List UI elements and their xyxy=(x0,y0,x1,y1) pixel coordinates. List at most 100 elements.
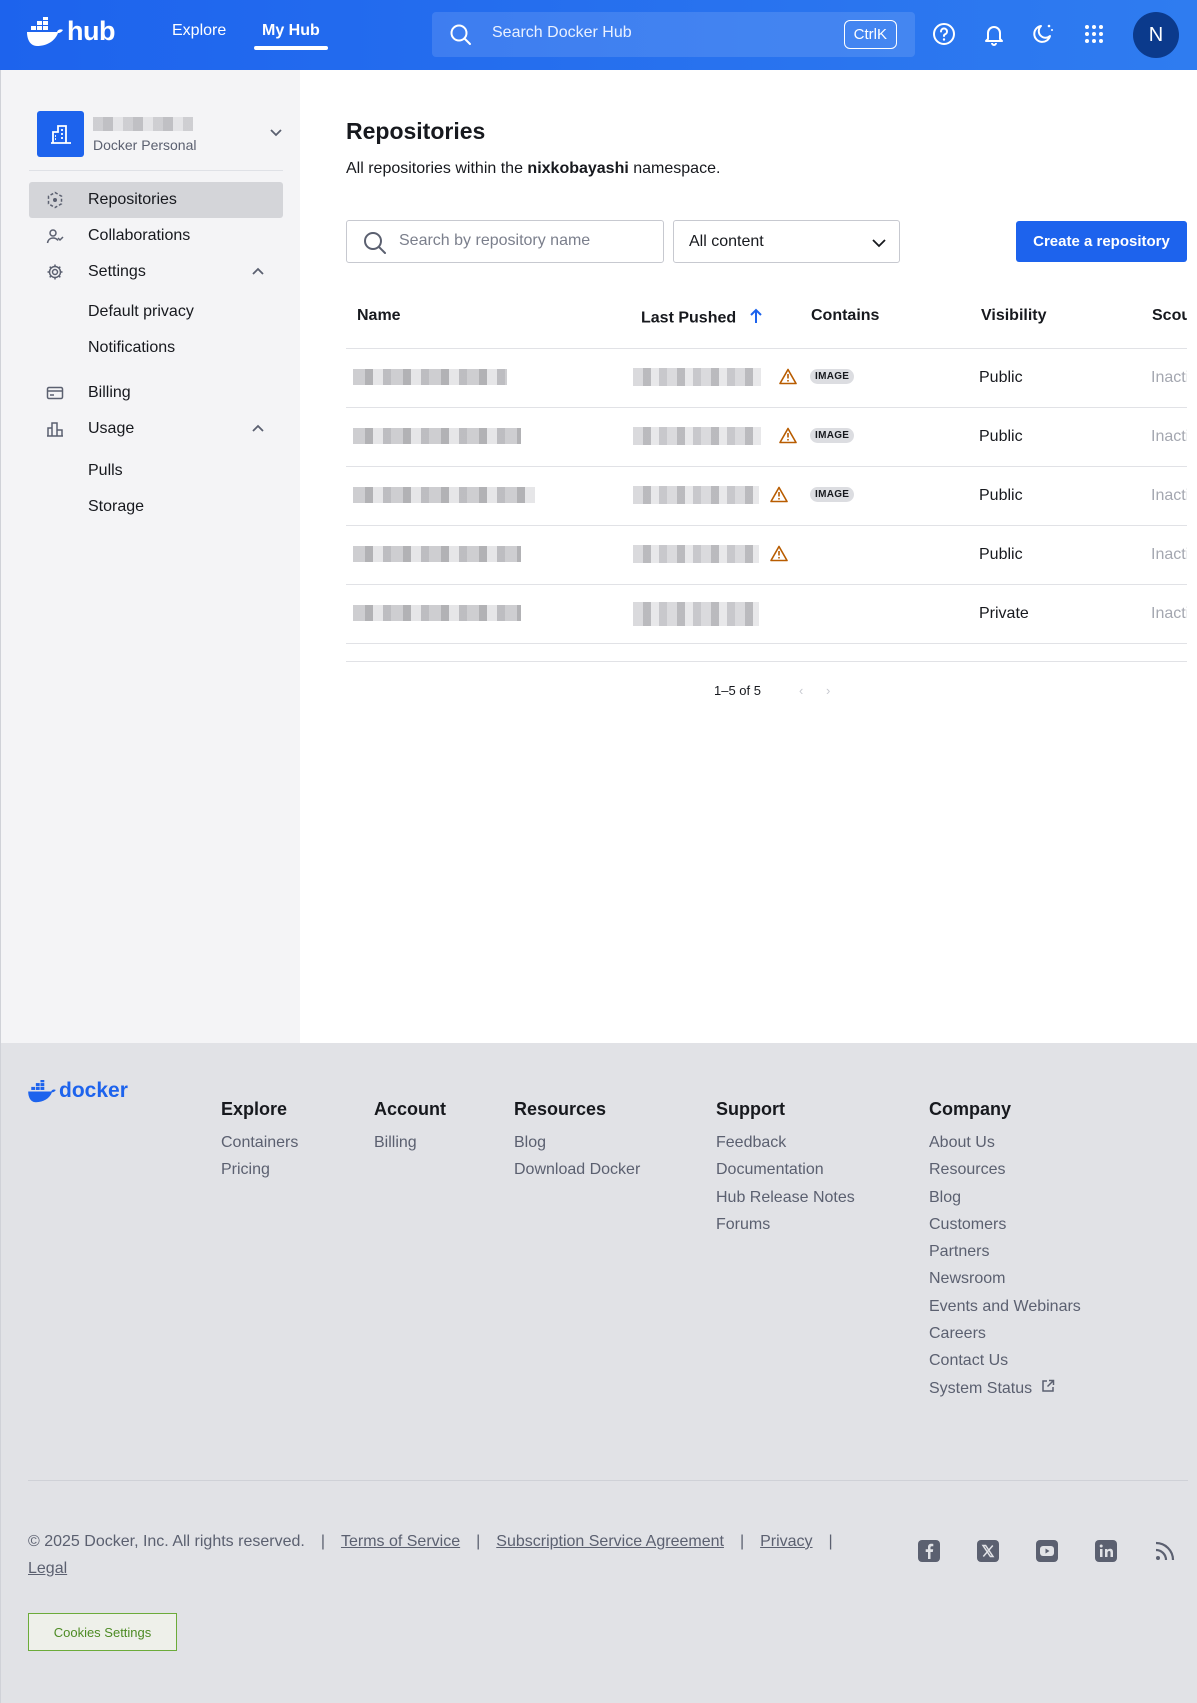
footer-link-containers[interactable]: Containers xyxy=(221,1129,298,1156)
column-header-contains: Contains xyxy=(811,307,880,324)
warning-icon[interactable] xyxy=(779,368,797,390)
footer-link-forums[interactable]: Forums xyxy=(716,1211,855,1238)
footer-link-resources[interactable]: Resources xyxy=(929,1156,1081,1183)
search-icon xyxy=(450,24,472,51)
footer-link-system-status[interactable]: System Status xyxy=(929,1375,1081,1402)
privacy-link[interactable]: Privacy xyxy=(760,1533,812,1550)
warning-icon[interactable] xyxy=(779,427,797,449)
footer-link-careers[interactable]: Careers xyxy=(929,1320,1081,1347)
sidebar-item-label: Settings xyxy=(88,263,146,280)
content-filter-select[interactable]: All content xyxy=(673,220,900,263)
search-input[interactable] xyxy=(492,24,822,42)
footer-link-customers[interactable]: Customers xyxy=(929,1211,1081,1238)
footer-link-billing[interactable]: Billing xyxy=(374,1129,446,1156)
repo-name-redacted[interactable] xyxy=(353,369,507,385)
footer-link-contact-us[interactable]: Contact Us xyxy=(929,1347,1081,1374)
chevron-up-icon xyxy=(251,422,265,441)
sidebar-item-repositories[interactable]: Repositories xyxy=(29,182,283,218)
footer-column-company: Company About Us Resources Blog Customer… xyxy=(929,1099,1081,1402)
column-header-label: Last Pushed xyxy=(641,309,737,327)
footer-link-hub-release-notes[interactable]: Hub Release Notes xyxy=(716,1184,855,1211)
chevron-down-icon xyxy=(871,235,887,256)
footer-link-download-docker[interactable]: Download Docker xyxy=(514,1156,640,1183)
footer-link-feedback[interactable]: Feedback xyxy=(716,1129,855,1156)
create-repository-button[interactable]: Create a repository xyxy=(1016,221,1187,262)
apps-grid-icon[interactable] xyxy=(1081,21,1107,47)
chevron-right-icon[interactable]: › xyxy=(826,683,830,698)
repo-name-redacted[interactable] xyxy=(353,428,521,444)
page-title: Repositories xyxy=(346,118,486,144)
external-link-icon xyxy=(1041,1375,1055,1402)
rss-icon[interactable] xyxy=(1153,1539,1177,1563)
sidebar-subitem-pulls[interactable]: Pulls xyxy=(88,462,123,480)
collaborations-icon xyxy=(46,227,64,245)
column-header-name[interactable]: Name xyxy=(357,307,401,325)
user-avatar[interactable]: N xyxy=(1133,12,1179,58)
footer-link-about-us[interactable]: About Us xyxy=(929,1129,1081,1156)
footer-link-blog[interactable]: Blog xyxy=(514,1129,640,1156)
last-pushed-redacted xyxy=(633,486,759,504)
sort-ascending-icon xyxy=(748,307,764,330)
footer-link-blog[interactable]: Blog xyxy=(929,1184,1081,1211)
footer-link-pricing[interactable]: Pricing xyxy=(221,1156,298,1183)
column-header-last-pushed[interactable]: Last Pushed xyxy=(641,307,764,330)
bell-icon[interactable] xyxy=(981,21,1007,47)
sidebar-item-collaborations[interactable]: Collaborations xyxy=(29,218,283,254)
footer-link-newsroom[interactable]: Newsroom xyxy=(929,1265,1081,1292)
sidebar-item-usage[interactable]: Usage xyxy=(29,411,283,447)
table-row[interactable]: Private Inactive xyxy=(346,585,1187,644)
whale-icon xyxy=(28,1079,56,1102)
building-icon xyxy=(50,125,71,144)
youtube-icon[interactable] xyxy=(1035,1539,1059,1563)
separator: | xyxy=(476,1533,481,1550)
footer-link-partners[interactable]: Partners xyxy=(929,1238,1081,1265)
legal-link[interactable]: Legal xyxy=(28,1560,67,1577)
scout-status: Inactive xyxy=(1151,546,1187,563)
nav-explore[interactable]: Explore xyxy=(172,22,226,40)
docker-hub-logo[interactable]: hub xyxy=(27,16,115,47)
sidebar-item-billing[interactable]: Billing xyxy=(29,375,283,411)
chevron-down-icon xyxy=(269,125,283,144)
sidebar-subitem-storage[interactable]: Storage xyxy=(88,498,144,516)
repository-search[interactable] xyxy=(346,220,664,263)
repo-name-redacted[interactable] xyxy=(353,605,521,621)
footer-column-account: Account Billing xyxy=(374,1099,446,1156)
table-row[interactable]: Public Inactive xyxy=(346,526,1187,585)
nav-my-hub[interactable]: My Hub xyxy=(262,22,320,40)
search-shortcut-hint: CtrlK xyxy=(843,20,897,49)
chevron-left-icon[interactable]: ‹ xyxy=(799,683,803,698)
separator: | xyxy=(828,1533,833,1550)
table-row[interactable]: IMAGE Public Inactive xyxy=(346,349,1187,408)
warning-icon[interactable] xyxy=(770,545,788,567)
help-icon[interactable] xyxy=(931,21,957,47)
subscription-agreement-link[interactable]: Subscription Service Agreement xyxy=(496,1533,724,1550)
contains-badge: IMAGE xyxy=(810,428,855,443)
table-footer-divider xyxy=(346,661,1187,662)
terms-of-service-link[interactable]: Terms of Service xyxy=(341,1533,460,1550)
linkedin-icon[interactable] xyxy=(1094,1539,1118,1563)
global-search[interactable]: CtrlK xyxy=(432,12,915,57)
theme-toggle-icon[interactable] xyxy=(1030,21,1056,47)
table-row[interactable]: IMAGE Public Inactive xyxy=(346,467,1187,526)
separator: | xyxy=(320,1533,325,1550)
footer-logo-text: docker xyxy=(59,1079,128,1102)
footer-link-documentation[interactable]: Documentation xyxy=(716,1156,855,1183)
org-switcher[interactable]: Docker Personal xyxy=(37,111,283,171)
warning-icon[interactable] xyxy=(770,486,788,508)
x-icon[interactable] xyxy=(976,1539,1000,1563)
footer-link-events-webinars[interactable]: Events and Webinars xyxy=(929,1293,1081,1320)
sidebar-subitem-default-privacy[interactable]: Default privacy xyxy=(88,303,194,321)
repo-name-redacted[interactable] xyxy=(353,487,535,503)
cookies-settings-button[interactable]: Cookies Settings xyxy=(28,1613,177,1651)
desc-suffix: namespace. xyxy=(628,160,721,177)
repository-search-input[interactable] xyxy=(399,232,649,250)
sidebar-subitem-notifications[interactable]: Notifications xyxy=(88,339,175,357)
facebook-icon[interactable] xyxy=(917,1539,941,1563)
table-row[interactable]: IMAGE Public Inactive xyxy=(346,408,1187,467)
repo-name-redacted[interactable] xyxy=(353,546,521,562)
logo-text: hub xyxy=(67,16,115,46)
org-avatar xyxy=(37,111,84,157)
scout-status: Inactive xyxy=(1151,605,1187,622)
docker-logo[interactable]: docker xyxy=(28,1079,128,1103)
sidebar-item-settings[interactable]: Settings xyxy=(29,254,283,290)
